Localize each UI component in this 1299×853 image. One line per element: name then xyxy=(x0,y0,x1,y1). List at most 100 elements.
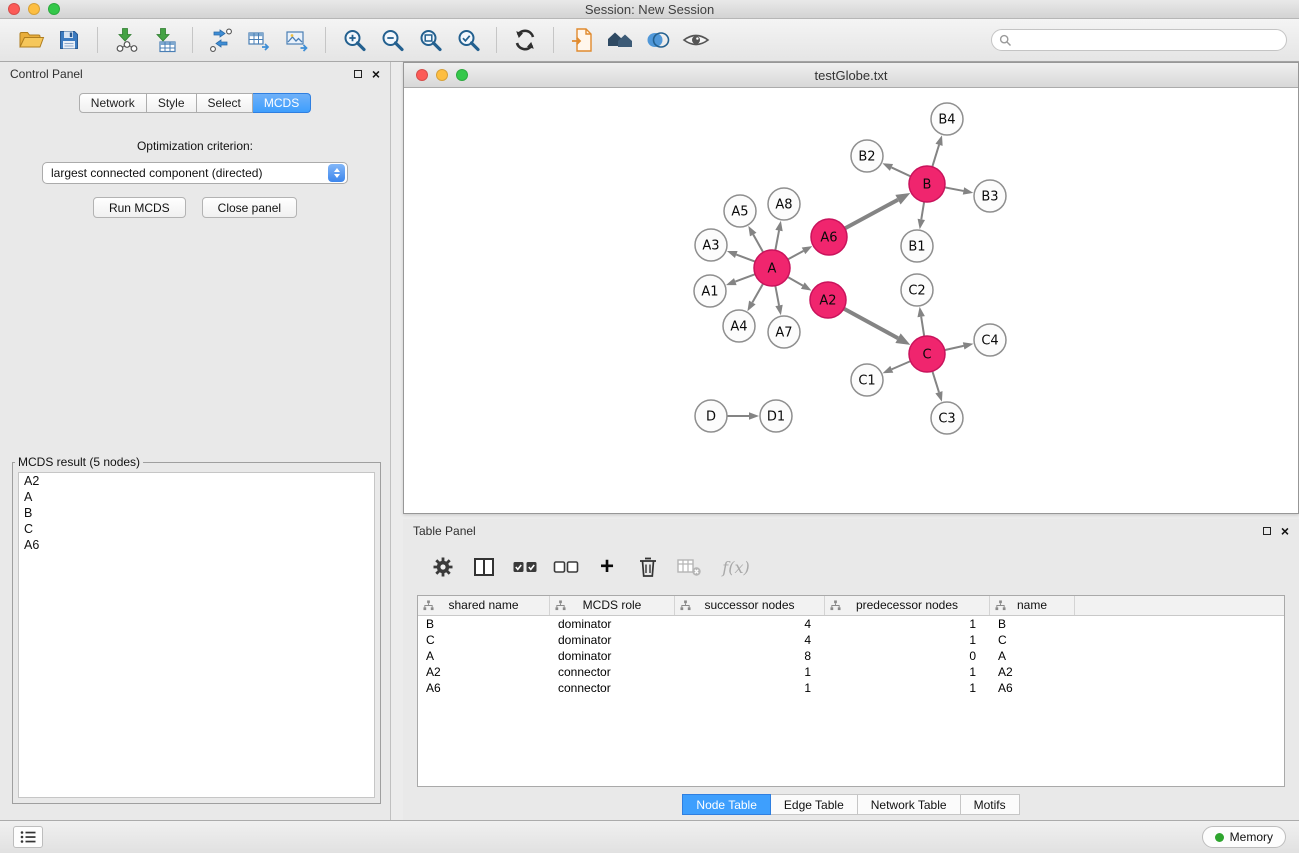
result-item[interactable]: A2 xyxy=(19,473,374,489)
zoom-fit-button[interactable] xyxy=(411,22,449,58)
graph-node-C[interactable]: C xyxy=(909,336,945,372)
graph-node-A1[interactable]: A1 xyxy=(694,275,726,307)
add-column-button[interactable]: + xyxy=(591,551,623,583)
graph-node-A5[interactable]: A5 xyxy=(724,195,756,227)
export-network-button[interactable] xyxy=(202,22,240,58)
result-item[interactable]: A6 xyxy=(19,537,374,553)
select-all-button[interactable] xyxy=(509,551,541,583)
tab-network-table[interactable]: Network Table xyxy=(858,794,961,815)
column-header[interactable]: successor nodes xyxy=(675,596,825,615)
import-table-button[interactable] xyxy=(145,22,183,58)
zoom-out-button[interactable] xyxy=(373,22,411,58)
network-close-button[interactable] xyxy=(416,69,428,81)
table-row[interactable]: Bdominator41B xyxy=(418,616,1284,632)
show-graphics-details-button[interactable] xyxy=(677,22,715,58)
function-builder-button[interactable]: f(x) xyxy=(714,551,758,583)
column-header[interactable]: MCDS role xyxy=(550,596,675,615)
table-row[interactable]: A6connector11A6 xyxy=(418,680,1284,696)
graph-node-B2[interactable]: B2 xyxy=(851,140,883,172)
refresh-layout-icon xyxy=(512,27,538,53)
tab-style[interactable]: Style xyxy=(147,93,197,113)
tab-motifs[interactable]: Motifs xyxy=(961,794,1020,815)
float-table-panel-icon[interactable] xyxy=(1263,527,1271,535)
search-box[interactable] xyxy=(991,29,1287,51)
edge-arrowhead xyxy=(775,305,782,316)
table-cell: dominator xyxy=(550,616,675,632)
network-canvas[interactable]: B4 B2 B B3 A5 A8 A6 B1 A3 A C2 A1 A2 A4 A7 C C4 C1 C3 D D1 xyxy=(404,88,1298,513)
graph-node-A4[interactable]: A4 xyxy=(723,310,755,342)
result-item[interactable]: B xyxy=(19,505,374,521)
table-row[interactable]: Cdominator41C xyxy=(418,632,1284,648)
network-graph[interactable]: B4 B2 B B3 A5 A8 A6 B1 A3 A C2 A1 A2 A4 A7 C C4 C1 C3 D D1 xyxy=(404,88,1298,513)
column-settings-button[interactable] xyxy=(427,551,459,583)
node-label: C4 xyxy=(981,334,998,349)
zoom-in-button[interactable] xyxy=(335,22,373,58)
graph-node-B4[interactable]: B4 xyxy=(931,103,963,135)
toggle-views-button[interactable] xyxy=(639,22,677,58)
graph-node-C3[interactable]: C3 xyxy=(931,402,963,434)
graph-node-A7[interactable]: A7 xyxy=(768,316,800,348)
graph-node-B3[interactable]: B3 xyxy=(974,180,1006,212)
tab-mcds[interactable]: MCDS xyxy=(253,93,311,113)
tab-edge-table[interactable]: Edge Table xyxy=(771,794,858,815)
reset-view-button[interactable] xyxy=(601,22,639,58)
tab-node-table[interactable]: Node Table xyxy=(682,794,771,815)
optimization-criterion-select[interactable]: largest connected component (directed) xyxy=(42,162,348,184)
column-header[interactable]: name xyxy=(990,596,1075,615)
run-mcds-button[interactable]: Run MCDS xyxy=(93,197,186,218)
graph-node-D[interactable]: D xyxy=(695,400,727,432)
task-history-button[interactable] xyxy=(13,826,43,848)
table-cell: C xyxy=(418,632,550,648)
network-minimize-button[interactable] xyxy=(436,69,448,81)
node-table-body[interactable]: Bdominator41BCdominator41CAdominator80AA… xyxy=(418,616,1284,696)
close-window-button[interactable] xyxy=(8,3,20,15)
result-item[interactable]: A xyxy=(19,489,374,505)
open-file-button[interactable] xyxy=(12,22,50,58)
hide-table-button[interactable] xyxy=(673,551,705,583)
export-table-button[interactable] xyxy=(240,22,278,58)
float-panel-icon[interactable] xyxy=(354,70,362,78)
tab-network[interactable]: Network xyxy=(79,93,147,113)
minimize-window-button[interactable] xyxy=(28,3,40,15)
show-columns-button[interactable] xyxy=(468,551,500,583)
apply-layout-button[interactable] xyxy=(506,22,544,58)
result-item[interactable]: C xyxy=(19,521,374,537)
delete-column-button[interactable] xyxy=(632,551,664,583)
zoom-selected-button[interactable] xyxy=(449,22,487,58)
graph-node-B1[interactable]: B1 xyxy=(901,230,933,262)
close-table-panel-icon[interactable]: × xyxy=(1281,524,1289,538)
table-row[interactable]: Adominator80A xyxy=(418,648,1284,664)
search-input[interactable] xyxy=(1016,33,1279,47)
graph-node-C2[interactable]: C2 xyxy=(901,274,933,306)
graph-node-B[interactable]: B xyxy=(909,166,945,202)
graph-node-A8[interactable]: A8 xyxy=(768,188,800,220)
node-table-header: shared nameMCDS rolesuccessor nodesprede… xyxy=(418,596,1284,616)
network-zoom-button[interactable] xyxy=(456,69,468,81)
graph-node-C4[interactable]: C4 xyxy=(974,324,1006,356)
close-panel-icon[interactable]: × xyxy=(372,67,380,81)
export-document-button[interactable] xyxy=(563,22,601,58)
graph-node-A6[interactable]: A6 xyxy=(811,219,847,255)
deselect-all-button[interactable] xyxy=(550,551,582,583)
graph-node-D1[interactable]: D1 xyxy=(760,400,792,432)
graph-node-A3[interactable]: A3 xyxy=(695,229,727,261)
save-session-button[interactable] xyxy=(50,22,88,58)
column-header[interactable]: shared name xyxy=(418,596,550,615)
graph-node-A[interactable]: A xyxy=(754,250,790,286)
column-header[interactable]: predecessor nodes xyxy=(825,596,990,615)
node-label: C3 xyxy=(938,412,955,427)
graph-node-C1[interactable]: C1 xyxy=(851,364,883,396)
import-network-button[interactable] xyxy=(107,22,145,58)
network-window-titlebar[interactable]: testGlobe.txt xyxy=(404,63,1298,88)
mcds-result-list[interactable]: A2ABCA6 xyxy=(18,472,375,798)
table-cell: connector xyxy=(550,664,675,680)
zoom-window-button[interactable] xyxy=(48,3,60,15)
memory-button[interactable]: Memory xyxy=(1202,826,1286,848)
export-image-button[interactable] xyxy=(278,22,316,58)
tab-select[interactable]: Select xyxy=(197,93,253,113)
close-panel-button[interactable]: Close panel xyxy=(202,197,297,218)
graph-node-A2[interactable]: A2 xyxy=(810,282,846,318)
edge-arrowhead xyxy=(749,412,759,420)
table-row[interactable]: A2connector11A2 xyxy=(418,664,1284,680)
toolbar-separator xyxy=(553,27,554,53)
